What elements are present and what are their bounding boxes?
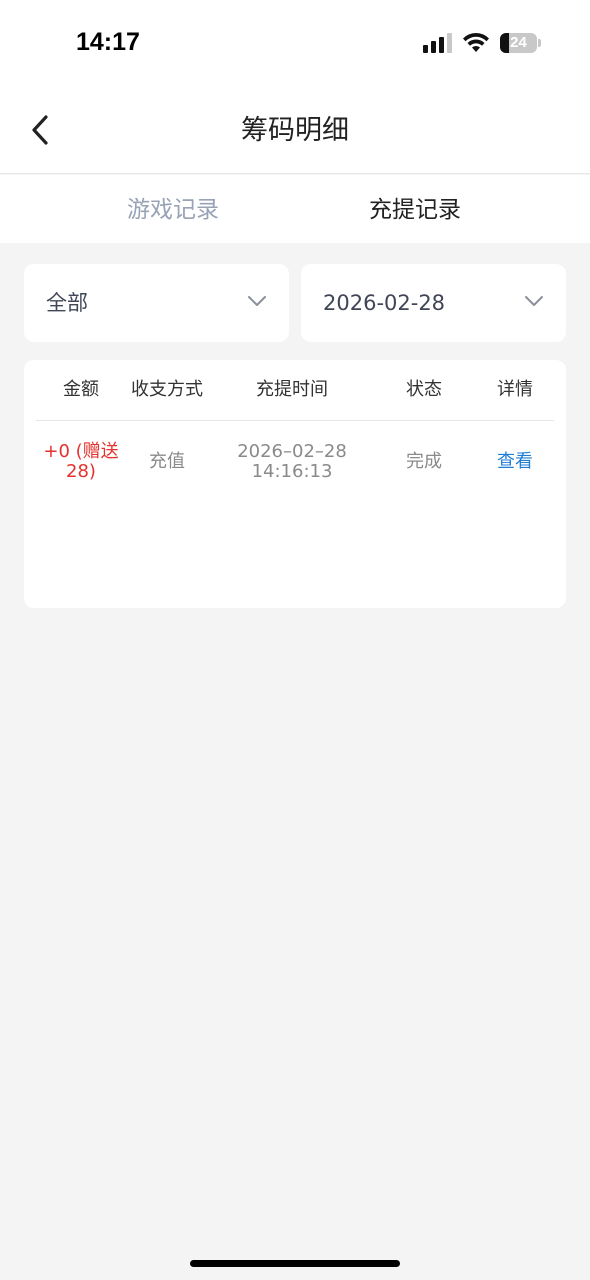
type-filter-dropdown[interactable]: 全部 xyxy=(24,264,289,342)
cell-amount: +0 (赠送28) xyxy=(43,441,119,482)
chevron-down-icon xyxy=(525,296,543,306)
cell-method: 充值 xyxy=(149,451,185,473)
status-bar: 14:17 24 xyxy=(0,0,590,90)
clock: 14:17 xyxy=(76,28,140,56)
battery-percentage: 24 xyxy=(510,34,527,51)
column-header-amount: 金额 xyxy=(63,379,99,400)
column-header-detail: 详情 xyxy=(497,379,533,400)
date-filter-dropdown[interactable]: 2026-02-28 xyxy=(301,264,566,342)
column-header-time: 充提时间 xyxy=(256,379,328,400)
cell-time: 2026–02–28 14:16:13 xyxy=(237,441,347,482)
home-indicator xyxy=(190,1260,400,1267)
date-filter-value: 2026-02-28 xyxy=(323,291,446,315)
chevron-down-icon xyxy=(248,296,266,306)
records-table-card: 金额 收支方式 充提时间 状态 详情 +0 (赠送28) 充值 2026–02–… xyxy=(24,360,566,608)
tab-bar: 游戏记录 充提记录 xyxy=(0,175,590,243)
page-title: 筹码明细 xyxy=(241,115,349,146)
table-row: +0 (赠送28) 充值 2026–02–28 14:16:13 完成 查看 xyxy=(36,422,554,502)
table-header: 金额 收支方式 充提时间 状态 详情 xyxy=(36,360,554,421)
chevron-left-icon xyxy=(32,115,48,145)
battery-icon: 24 xyxy=(500,33,537,53)
cell-status: 完成 xyxy=(406,451,442,473)
back-button[interactable] xyxy=(20,108,64,152)
column-header-method: 收支方式 xyxy=(131,379,203,400)
navigation-bar: 筹码明细 xyxy=(0,90,590,174)
column-header-status: 状态 xyxy=(406,379,442,400)
tab-game-records[interactable]: 游戏记录 xyxy=(78,175,268,243)
tab-recharge-records[interactable]: 充提记录 xyxy=(320,175,510,243)
cellular-signal-icon xyxy=(423,33,452,53)
battery-tip xyxy=(538,39,541,47)
wifi-icon xyxy=(463,32,489,52)
view-detail-link[interactable]: 查看 xyxy=(470,422,560,502)
type-filter-value: 全部 xyxy=(46,291,88,315)
